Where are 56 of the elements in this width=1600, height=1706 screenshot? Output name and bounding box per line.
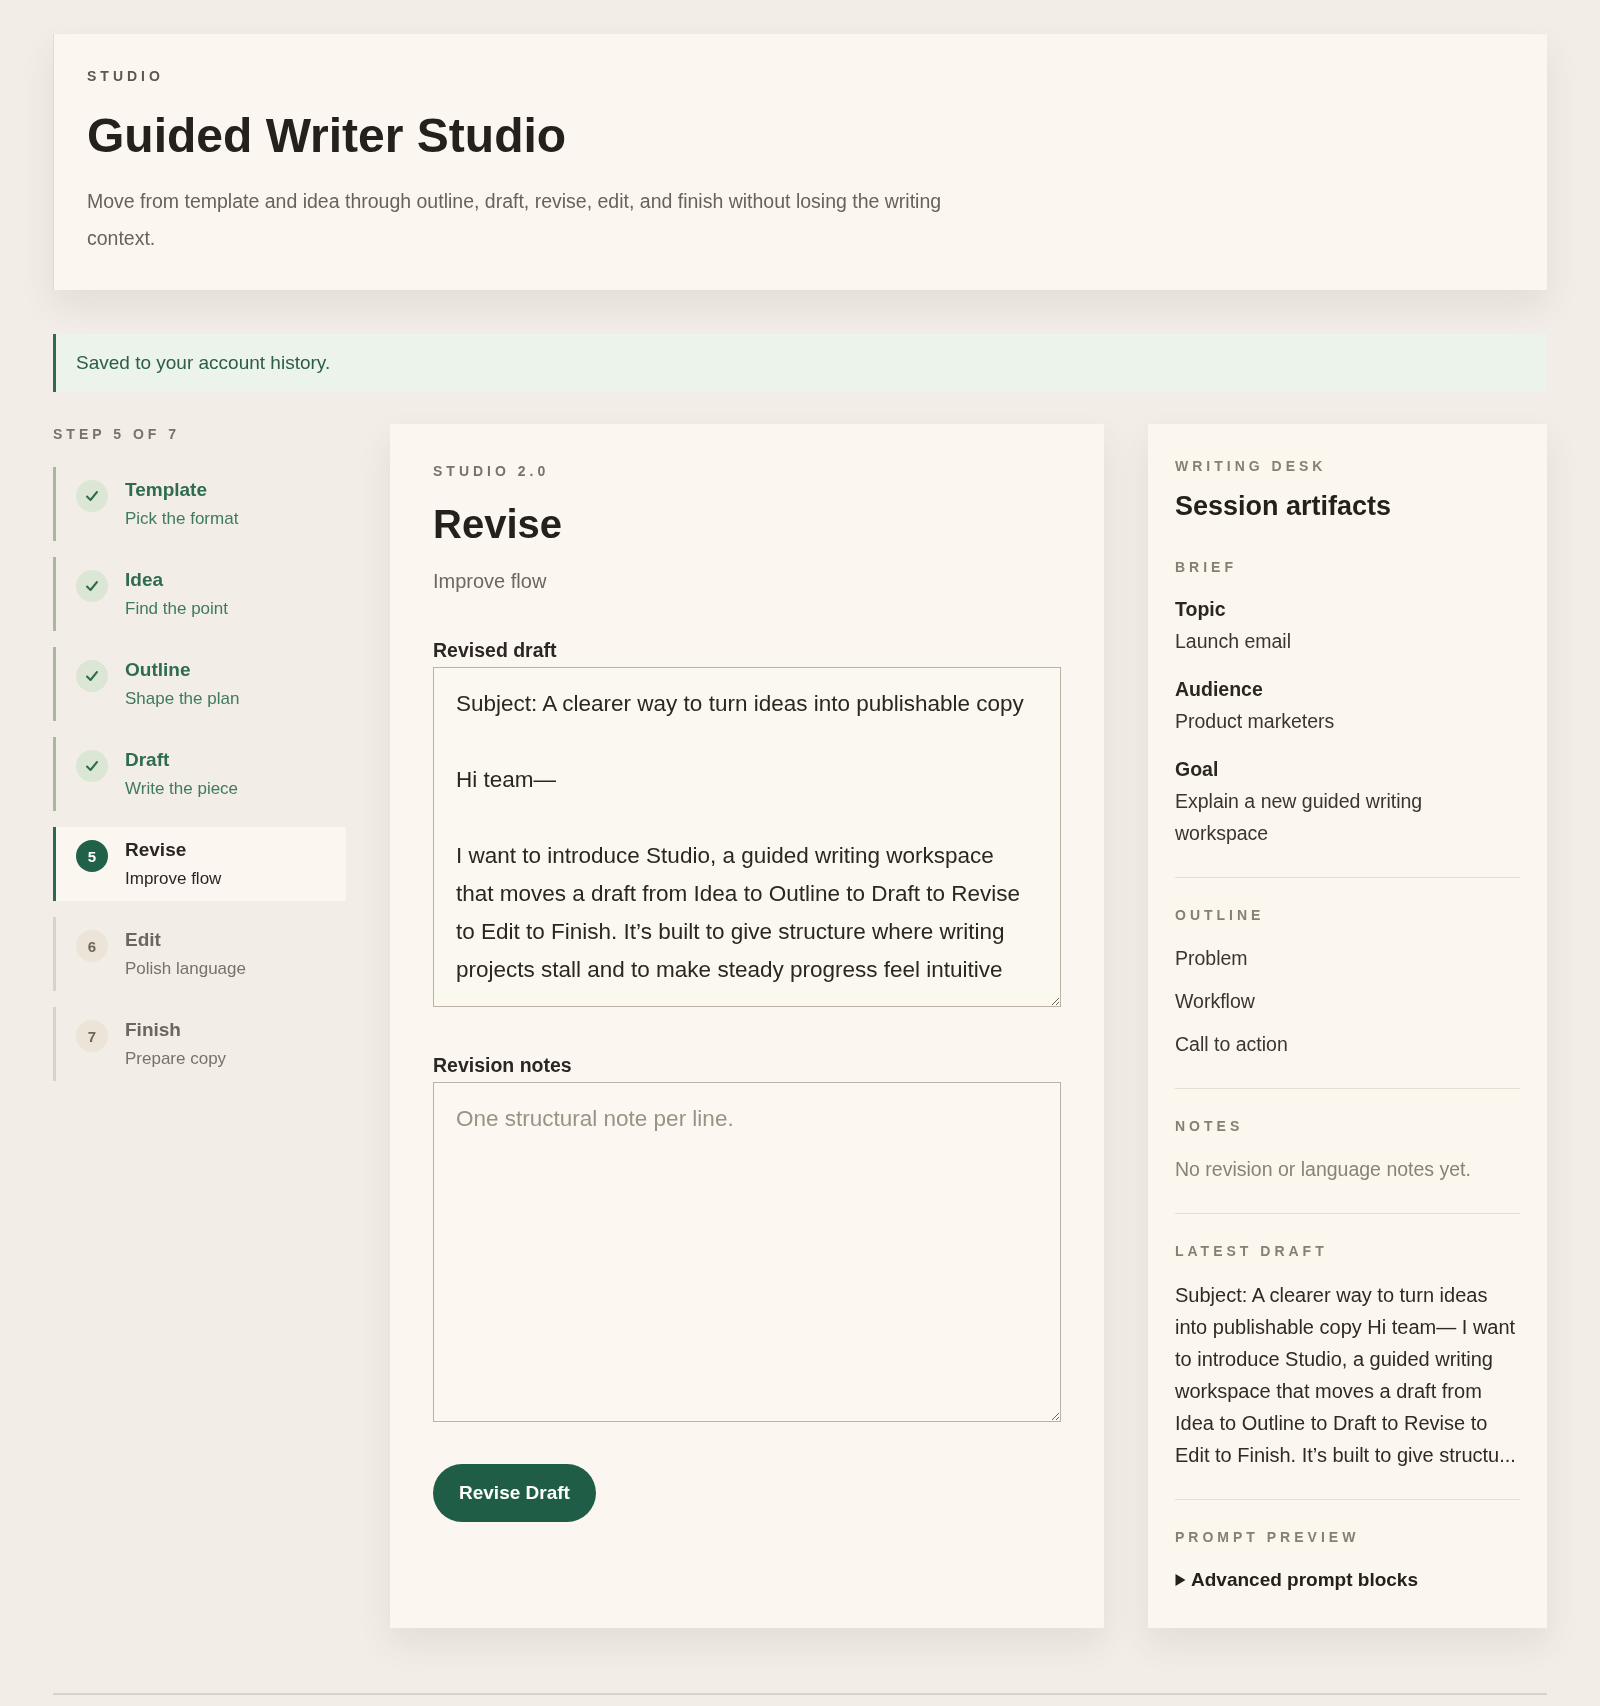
step-subtitle: Prepare copy [125,1048,227,1070]
step-title: Revise [125,838,187,862]
step-title: Edit [125,928,161,952]
empty-message: No revision or language notes yet. [1175,1157,1471,1182]
step-item[interactable]: 5 Revise Improve flow [53,827,346,901]
revise-button[interactable]: Revise Draft [433,1464,596,1522]
brief-value: Explain a new guided writing workspace [1175,789,1424,846]
field-label: Revision notes [433,1053,572,1077]
draft-textarea[interactable]: Subject: A clearer way to turn ideas into publishable copy Hi team— I want to introduce Studio, a guided writing workspace that moves a draft from Idea to Outline to Draft to Revise to Edit to Finish. It’s built to give structure where writing projects stall and to make steady progress feel intuitive [433,667,1061,1007]
step-subtitle: Shape the plan [125,688,240,710]
step-subtitle: Improve flow [125,868,222,890]
brief-label: Goal [1175,757,1219,782]
step-subtitle: Polish language [125,958,246,980]
eyebrow-label: STUDIO [87,67,164,86]
section-heading: NOTES [1175,1117,1244,1136]
step-title: Idea [125,568,164,592]
step-number: 6 [76,930,108,962]
section-heading: PROMPT PREVIEW [1175,1528,1360,1547]
step-title: Draft [125,748,170,772]
step-subtitle: Write the piece [125,778,239,800]
brief-value: Launch email [1175,629,1291,654]
brief-value: Product marketers [1175,709,1335,734]
section-heading: BRIEF [1175,558,1237,577]
step-title: Template [125,478,207,502]
step-item[interactable]: 6 Edit Polish language [53,917,346,991]
save-notice: Saved to your account history. [53,334,1547,392]
section-heading: OUTLINE [1175,906,1265,925]
step-title: Outline [125,658,191,682]
outline-item: Call to action [1175,1032,1288,1057]
brief-label: Topic [1175,597,1226,622]
step-item[interactable]: Template Pick the format [53,467,346,541]
step-subtitle: Find the point [125,598,228,620]
step-counter-label: STEP 5 OF 7 [53,425,180,444]
outline-item: Workflow [1175,989,1255,1014]
step-item[interactable]: Draft Write the piece [53,737,346,811]
brief-label: Audience [1175,677,1263,702]
step-number: 5 [76,840,108,872]
draft-preview: Subject: A clearer way to turn ideas into publishable copy Hi team— I want to introduce Studio, a guided writing workspace that moves a draft from Idea to Outline to Draft to Revise to Edit to Finish. It’s built to give structu... [1175,1283,1517,1468]
eyebrow-label: WRITING DESK [1175,457,1327,476]
section-heading: LATEST DRAFT [1175,1242,1328,1261]
step-title: Finish [125,1018,181,1042]
panel-title: Session artifacts [1175,490,1392,522]
page-description: Move from template and idea through outline, draft, revise, edit, and finish without losing the writing context. [87,189,943,251]
panel-subtitle: Improve flow [433,569,547,594]
step-number: 7 [76,1020,108,1052]
notes-textarea[interactable]: One structural note per line. [433,1082,1061,1422]
step-item[interactable]: 7 Finish Prepare copy [53,1007,346,1081]
disclosure-toggle[interactable]: Advanced prompt blocks [1175,1564,1418,1596]
panel-title: Revise [433,501,562,548]
outline-item: Problem [1175,946,1248,971]
step-item[interactable]: Idea Find the point [53,557,346,631]
eyebrow-label: STUDIO 2.0 [433,462,550,481]
step-subtitle: Pick the format [125,508,239,530]
page-title: Guided Writer Studio [87,108,567,164]
step-item[interactable]: Outline Shape the plan [53,647,346,721]
field-label: Revised draft [433,638,557,662]
